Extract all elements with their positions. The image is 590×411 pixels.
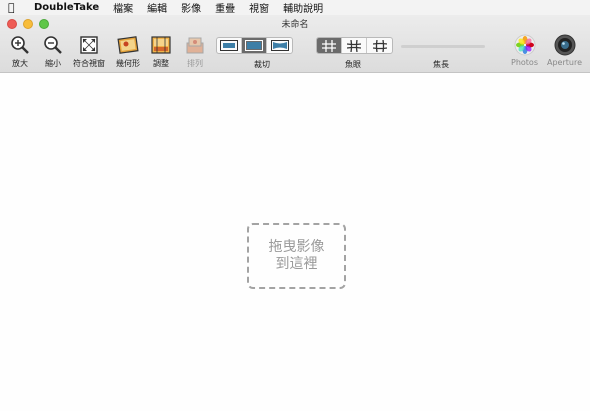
geometry-icon (117, 34, 139, 56)
fisheye-label: 魚眼 (345, 60, 361, 69)
menu-bar:  DoubleTake 檔案 編輯 影像 重疊 視窗 輔助說明 (0, 0, 590, 15)
crop-fill-icon (245, 40, 263, 51)
menu-file[interactable]: 檔案 (113, 0, 133, 15)
focal-length-label: 焦長 (433, 60, 449, 69)
crop-option-2[interactable] (242, 38, 267, 53)
image-drop-zone[interactable]: 拖曳影像 到這裡 (247, 223, 346, 289)
app-menu[interactable]: DoubleTake (34, 2, 99, 13)
window-title: 未命名 (281, 20, 309, 30)
fisheye-segmented-control (316, 37, 393, 54)
photos-label: Photos (511, 58, 538, 67)
zoom-out-button[interactable]: 縮小 (42, 34, 64, 69)
arrange-button[interactable]: 排列 (184, 34, 206, 69)
drop-zone-text-line2: 到這裡 (275, 256, 318, 272)
fisheye-option-1[interactable] (317, 38, 342, 53)
grid-barrel-icon (372, 39, 387, 52)
fisheye-option-2[interactable] (342, 38, 367, 53)
fit-window-button[interactable]: 符合視窗 (73, 34, 105, 69)
app-window: 未命名 放大 縮小 符合視窗 幾何形 調整 排列 裁切 魚眼 焦長 Photos… (0, 15, 590, 411)
photos-button[interactable]: Photos (511, 34, 538, 67)
apple-menu-icon[interactable]:  (8, 1, 22, 14)
geometry-button[interactable]: 幾何形 (116, 34, 140, 69)
crop-curve-icon (270, 40, 289, 51)
zoom-in-label: 放大 (12, 59, 28, 68)
arrange-label: 排列 (187, 59, 203, 68)
geometry-label: 幾何形 (116, 59, 140, 68)
photos-icon (514, 34, 536, 56)
crop-segmented-control (216, 37, 293, 54)
grid-pincushion-icon (347, 39, 361, 52)
aperture-label: Aperture (547, 58, 583, 67)
arrange-icon (184, 34, 206, 56)
menu-help[interactable]: 輔助說明 (283, 0, 323, 15)
grid-straight-icon (322, 39, 336, 52)
adjust-label: 調整 (153, 59, 169, 68)
crop-option-1[interactable] (217, 38, 242, 53)
menu-overlap[interactable]: 重疊 (215, 0, 235, 15)
zoom-in-button[interactable]: 放大 (9, 34, 31, 69)
menu-image[interactable]: 影像 (181, 0, 201, 15)
fisheye-option-3[interactable] (367, 38, 392, 53)
zoom-out-icon (42, 34, 64, 56)
adjust-icon (150, 34, 172, 56)
fit-window-icon (78, 34, 100, 56)
zoom-in-icon (9, 34, 31, 56)
focal-length-slider[interactable] (401, 45, 485, 48)
drop-zone-text-line1: 拖曳影像 (268, 239, 325, 255)
aperture-icon (554, 34, 576, 56)
crop-wide-icon (220, 40, 238, 51)
crop-option-3[interactable] (267, 38, 292, 53)
menu-window[interactable]: 視窗 (249, 0, 269, 15)
aperture-button[interactable]: Aperture (547, 34, 582, 67)
zoom-out-label: 縮小 (45, 59, 61, 68)
menu-edit[interactable]: 編輯 (147, 0, 167, 15)
fit-window-label: 符合視窗 (73, 59, 105, 68)
crop-label: 裁切 (254, 60, 270, 69)
adjust-button[interactable]: 調整 (150, 34, 172, 69)
titlebar-toolbar: 未命名 放大 縮小 符合視窗 幾何形 調整 排列 裁切 魚眼 焦長 Photos… (0, 15, 590, 73)
